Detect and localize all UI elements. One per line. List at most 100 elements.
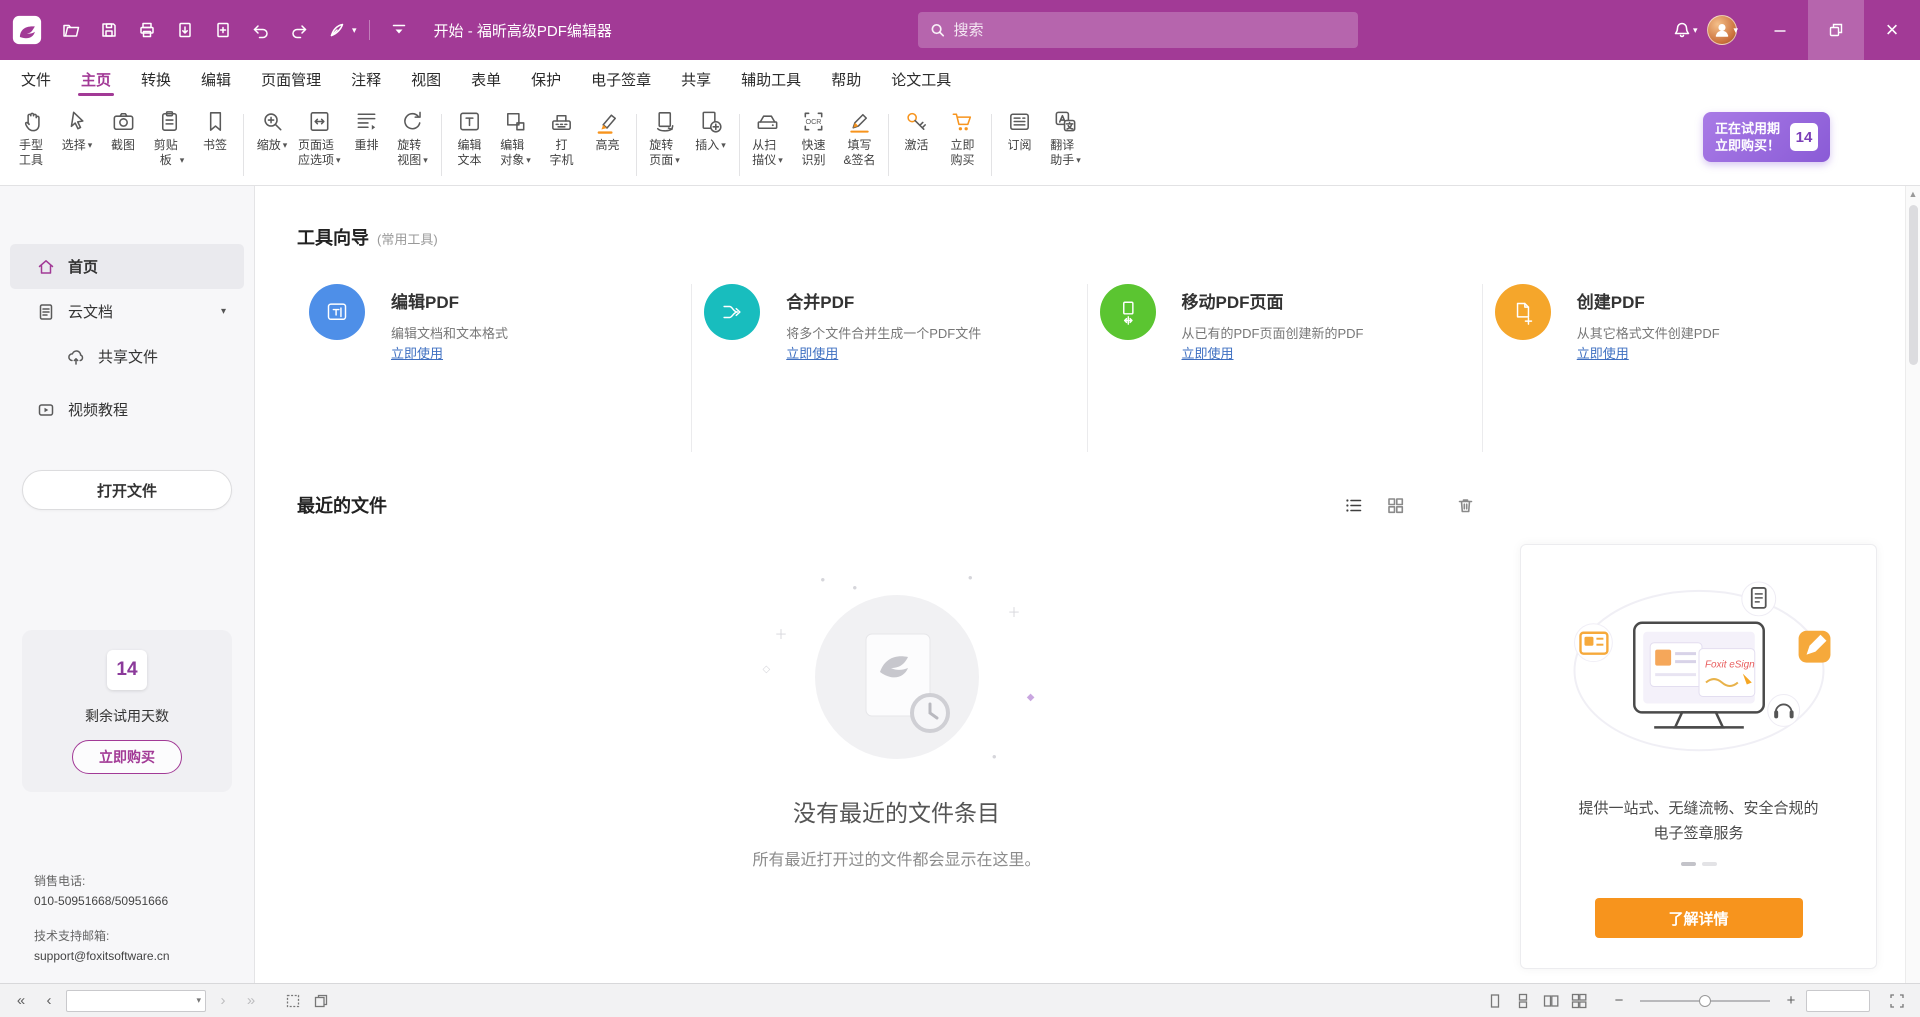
- zoom-value-input[interactable]: [1807, 991, 1869, 1011]
- menu-esign[interactable]: 电子签章: [576, 60, 666, 98]
- tool-card-create-pdf[interactable]: 创建PDF 从其它格式文件创建PDF 立即使用: [1482, 284, 1877, 452]
- page-number-field[interactable]: ▾: [66, 990, 206, 1012]
- fullscreen-icon[interactable]: [1886, 990, 1908, 1012]
- ribbon-tool-edit-object[interactable]: 编辑 对象▾: [493, 105, 539, 171]
- trash-icon[interactable]: [1453, 493, 1477, 517]
- ribbon-tool-ocr[interactable]: OCR 快速 识别: [791, 105, 837, 171]
- ribbon-tool-typewriter[interactable]: 打 字机: [539, 105, 585, 171]
- next-page-button[interactable]: ›: [212, 992, 234, 1009]
- chevron-down-icon[interactable]: ▾: [1693, 25, 1698, 36]
- grid-view-icon[interactable]: [1383, 493, 1407, 517]
- menu-view[interactable]: 视图: [396, 60, 456, 98]
- use-now-link[interactable]: 立即使用: [1577, 343, 1859, 368]
- search-bar[interactable]: [918, 12, 1358, 48]
- menu-accessibility[interactable]: 辅助工具: [726, 60, 816, 98]
- menu-help[interactable]: 帮助: [816, 60, 876, 98]
- open-file-icon[interactable]: [54, 13, 88, 47]
- continuous-facing-view-icon[interactable]: [1568, 990, 1590, 1012]
- continuous-view-icon[interactable]: [1512, 990, 1534, 1012]
- sidebar-item-video-tutorials[interactable]: 视频教程: [10, 387, 244, 432]
- ribbon-tool-rotate-pages[interactable]: 旋转 页面▾: [642, 105, 688, 171]
- duplicate-page-icon[interactable]: [310, 990, 332, 1012]
- prev-page-button[interactable]: ‹: [38, 992, 60, 1009]
- customize-toolbar-icon[interactable]: [382, 13, 416, 47]
- single-page-view-icon[interactable]: [1484, 990, 1506, 1012]
- ribbon-tool-zoom[interactable]: 缩放▾: [249, 105, 295, 156]
- use-now-link[interactable]: 立即使用: [786, 343, 1068, 368]
- tool-card-edit-pdf[interactable]: 编辑PDF 编辑文档和文本格式 立即使用: [297, 284, 691, 452]
- open-file-button[interactable]: 打开文件: [22, 470, 232, 510]
- menu-page-manage[interactable]: 页面管理: [246, 60, 336, 98]
- zoom-slider-handle[interactable]: [1699, 995, 1711, 1007]
- search-input[interactable]: [954, 22, 1347, 39]
- ribbon-tool-snapshot[interactable]: 截图: [100, 105, 146, 156]
- ribbon-tool-fill-sign[interactable]: 填写 &签名: [837, 105, 883, 171]
- snapshot-select-icon[interactable]: [282, 990, 304, 1012]
- menu-file[interactable]: 文件: [6, 60, 66, 98]
- close-button[interactable]: ×: [1864, 0, 1920, 60]
- facing-view-icon[interactable]: [1540, 990, 1562, 1012]
- ribbon-tool-rotate-view[interactable]: 旋转 视图▾: [390, 105, 436, 171]
- ribbon-tool-subscribe[interactable]: 订阅: [997, 105, 1043, 156]
- zoom-out-button[interactable]: −: [1610, 992, 1628, 1009]
- ribbon-tool-insert[interactable]: 插入▾: [688, 105, 734, 156]
- restore-button[interactable]: [1808, 0, 1864, 60]
- trial-buy-badge[interactable]: 正在试用期 立即购买！ 14: [1703, 112, 1830, 162]
- create-page-icon[interactable]: [206, 13, 240, 47]
- export-page-icon[interactable]: [168, 13, 202, 47]
- print-icon[interactable]: [130, 13, 164, 47]
- use-now-link[interactable]: 立即使用: [1182, 343, 1464, 368]
- page-number-input[interactable]: [71, 994, 196, 1008]
- ribbon-tool-edit-text[interactable]: 编辑 文本: [447, 105, 493, 171]
- menu-protect[interactable]: 保护: [516, 60, 576, 98]
- menu-convert[interactable]: 转换: [126, 60, 186, 98]
- menu-edit[interactable]: 编辑: [186, 60, 246, 98]
- tool-card-combine-pdf[interactable]: 合并PDF 将多个文件合并生成一个PDF文件 立即使用: [691, 284, 1086, 452]
- menu-comment[interactable]: 注释: [336, 60, 396, 98]
- sidebar-item-cloud-docs[interactable]: 云文档 ▾: [10, 289, 244, 334]
- zoom-slider[interactable]: [1640, 1000, 1770, 1002]
- ribbon-tool-page-fit[interactable]: 页面适 应选项▾: [295, 105, 344, 171]
- zoom-value-field[interactable]: [1806, 990, 1870, 1012]
- use-now-link[interactable]: 立即使用: [391, 343, 673, 368]
- chevron-down-icon[interactable]: ▾: [221, 306, 226, 317]
- menu-home[interactable]: 主页: [66, 60, 126, 98]
- scrollbar-thumb[interactable]: [1909, 205, 1918, 365]
- sidebar-item-home[interactable]: 首页: [10, 244, 244, 289]
- vertical-scrollbar[interactable]: ▲: [1905, 186, 1920, 983]
- ribbon-tool-hand[interactable]: 手型 工具: [8, 105, 54, 171]
- zoom-in-button[interactable]: +: [1782, 992, 1800, 1009]
- ribbon-tool-highlight[interactable]: 高亮: [585, 105, 631, 156]
- tool-card-move-pdf-pages[interactable]: 移动PDF页面 从已有的PDF页面创建新的PDF 立即使用: [1087, 284, 1482, 452]
- sidebar-item-label: 视频教程: [68, 399, 128, 420]
- chevron-down-icon[interactable]: ▾: [196, 993, 201, 1008]
- ribbon-tool-clipboard[interactable]: 剪贴 板▾: [146, 105, 192, 171]
- menu-paper-tools[interactable]: 论文工具: [876, 60, 966, 98]
- learn-more-button[interactable]: 了解详情: [1595, 898, 1803, 938]
- carousel-dot[interactable]: [1702, 862, 1717, 866]
- ribbon-tool-from-scanner[interactable]: 从扫 描仪▾: [745, 105, 791, 171]
- support-email-link[interactable]: support@foxitsoftware.cn: [34, 948, 254, 965]
- menu-share[interactable]: 共享: [666, 60, 726, 98]
- menu-form[interactable]: 表单: [456, 60, 516, 98]
- ribbon-tool-reflow[interactable]: 重排: [344, 105, 390, 156]
- ribbon-tool-bookmark[interactable]: 书签: [192, 105, 238, 156]
- esign-pen-icon[interactable]: [320, 13, 354, 47]
- chevron-down-icon[interactable]: ▾: [352, 25, 357, 36]
- list-view-icon[interactable]: [1341, 493, 1365, 517]
- minimize-button[interactable]: [1752, 0, 1808, 60]
- save-icon[interactable]: [92, 13, 126, 47]
- carousel-dot[interactable]: [1681, 862, 1696, 866]
- buy-now-button[interactable]: 立即购买: [72, 740, 182, 774]
- first-page-button[interactable]: «: [10, 992, 32, 1009]
- scroll-up-icon[interactable]: ▲: [1909, 186, 1918, 199]
- ribbon-tool-translate[interactable]: 翻译 助手▾: [1043, 105, 1089, 171]
- undo-icon[interactable]: [244, 13, 278, 47]
- last-page-button[interactable]: »: [240, 992, 262, 1009]
- ribbon-tool-activate[interactable]: 激活: [894, 105, 940, 156]
- redo-icon[interactable]: [282, 13, 316, 47]
- sidebar-item-shared-files[interactable]: 共享文件: [10, 334, 244, 379]
- ribbon-tool-buy-now[interactable]: 立即 购买: [940, 105, 986, 171]
- ribbon-tool-select[interactable]: 选择▾: [54, 105, 100, 156]
- chevron-down-icon[interactable]: ▾: [1733, 25, 1738, 36]
